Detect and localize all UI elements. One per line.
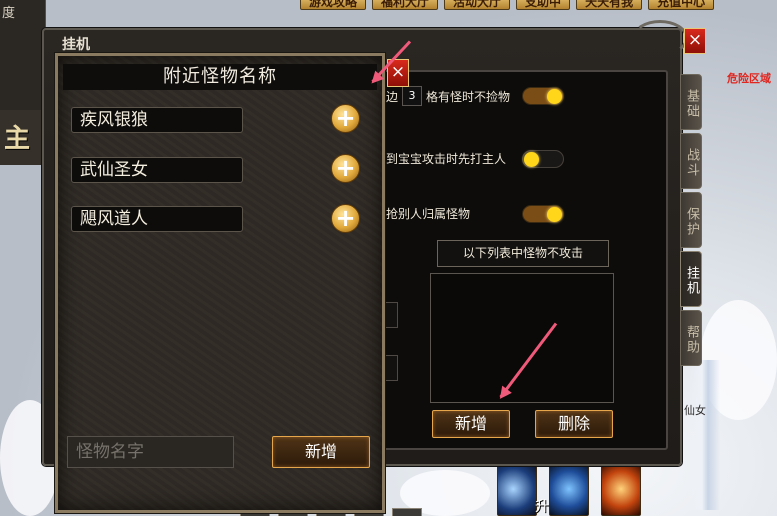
nearby-monster-popup: 附近怪物名称 疾风银狼 + 武仙圣女 + 飓风道人 + 新增 (55, 53, 385, 513)
no-attack-monster-list[interactable] (430, 273, 614, 403)
monster-name-item: 疾风银狼 (71, 107, 243, 133)
plus-icon[interactable]: + (331, 104, 360, 133)
monster-name-item: 武仙圣女 (71, 157, 243, 183)
add-no-attack-button[interactable]: 新增 (432, 410, 510, 438)
top-btn-events[interactable]: 活动大厅 (444, 0, 511, 10)
pet-attack-label: 到宝宝攻击时先打主人 (386, 152, 507, 166)
skill-upgrade-label: 升 (535, 499, 549, 515)
npc-name-label: 仙女 (684, 404, 706, 417)
left-panel-big-char: 主 (4, 124, 31, 154)
toggle-knob (547, 207, 562, 222)
monster-name-item: 飓风道人 (71, 206, 243, 232)
plus-icon[interactable]: + (331, 204, 360, 233)
top-btn-welfare[interactable]: 福利大厅 (372, 0, 439, 10)
monster-name-input[interactable] (67, 436, 234, 468)
no-attack-list-caption: 以下列表中怪物不攻击 (437, 240, 609, 267)
npc-figure[interactable] (690, 360, 720, 510)
left-panel-text: 度 (2, 6, 16, 21)
plus-icon[interactable]: + (331, 154, 360, 183)
skill-slot-lightning[interactable] (549, 462, 589, 516)
top-btn-guide[interactable]: 游戏攻略 (300, 0, 367, 10)
toggle-grab-monster[interactable] (522, 205, 564, 223)
pickup-range-field[interactable]: 3 (402, 86, 423, 106)
top-btn-support[interactable]: 支助中 (516, 0, 571, 10)
window-title: 挂机 (62, 37, 90, 53)
toggle-pet-attack[interactable] (522, 150, 564, 168)
tab-help[interactable]: 帮助 (680, 310, 702, 366)
setting-row-pickup: 边 3 格有怪时不捡物 (386, 86, 510, 106)
toggle-knob (524, 152, 539, 167)
window-close-button[interactable]: × (684, 28, 706, 54)
skill-bar (497, 462, 641, 516)
left-status-panel: 度 (0, 0, 46, 110)
danger-zone-label: 危险区域 (727, 72, 771, 85)
toggle-pickup[interactable] (522, 87, 564, 105)
tab-protect[interactable]: 保护 (680, 192, 702, 248)
pickup-label: 格有怪时不捡物 (426, 89, 511, 104)
delete-no-attack-button[interactable]: 删除 (535, 410, 613, 438)
quickbar-slot[interactable] (392, 508, 422, 516)
top-btn-daily[interactable]: 天天有我 (576, 0, 643, 10)
skill-slot-ice[interactable] (497, 462, 537, 516)
pickup-prefix: 边 (386, 89, 399, 104)
skill-slot-fire[interactable] (601, 462, 641, 516)
window-ornament (632, 20, 688, 56)
popup-title: 附近怪物名称 (63, 64, 377, 90)
top-menu-bar: 游戏攻略 福利大厅 活动大厅 支助中 天天有我 充值中心 (300, 0, 777, 12)
setting-row-grab: 抢别人归属怪物 (386, 205, 470, 222)
toggle-knob (547, 89, 562, 104)
tab-auto[interactable]: 挂机 (680, 251, 702, 307)
tab-combat[interactable]: 战斗 (680, 133, 702, 189)
add-monster-button[interactable]: 新增 (272, 436, 370, 468)
tab-basic[interactable]: 基础 (680, 74, 702, 130)
grab-monster-label: 抢别人归属怪物 (386, 207, 471, 221)
setting-row-pet: 到宝宝攻击时先打主人 (386, 150, 506, 167)
top-btn-recharge[interactable]: 充值中心 (648, 0, 715, 10)
